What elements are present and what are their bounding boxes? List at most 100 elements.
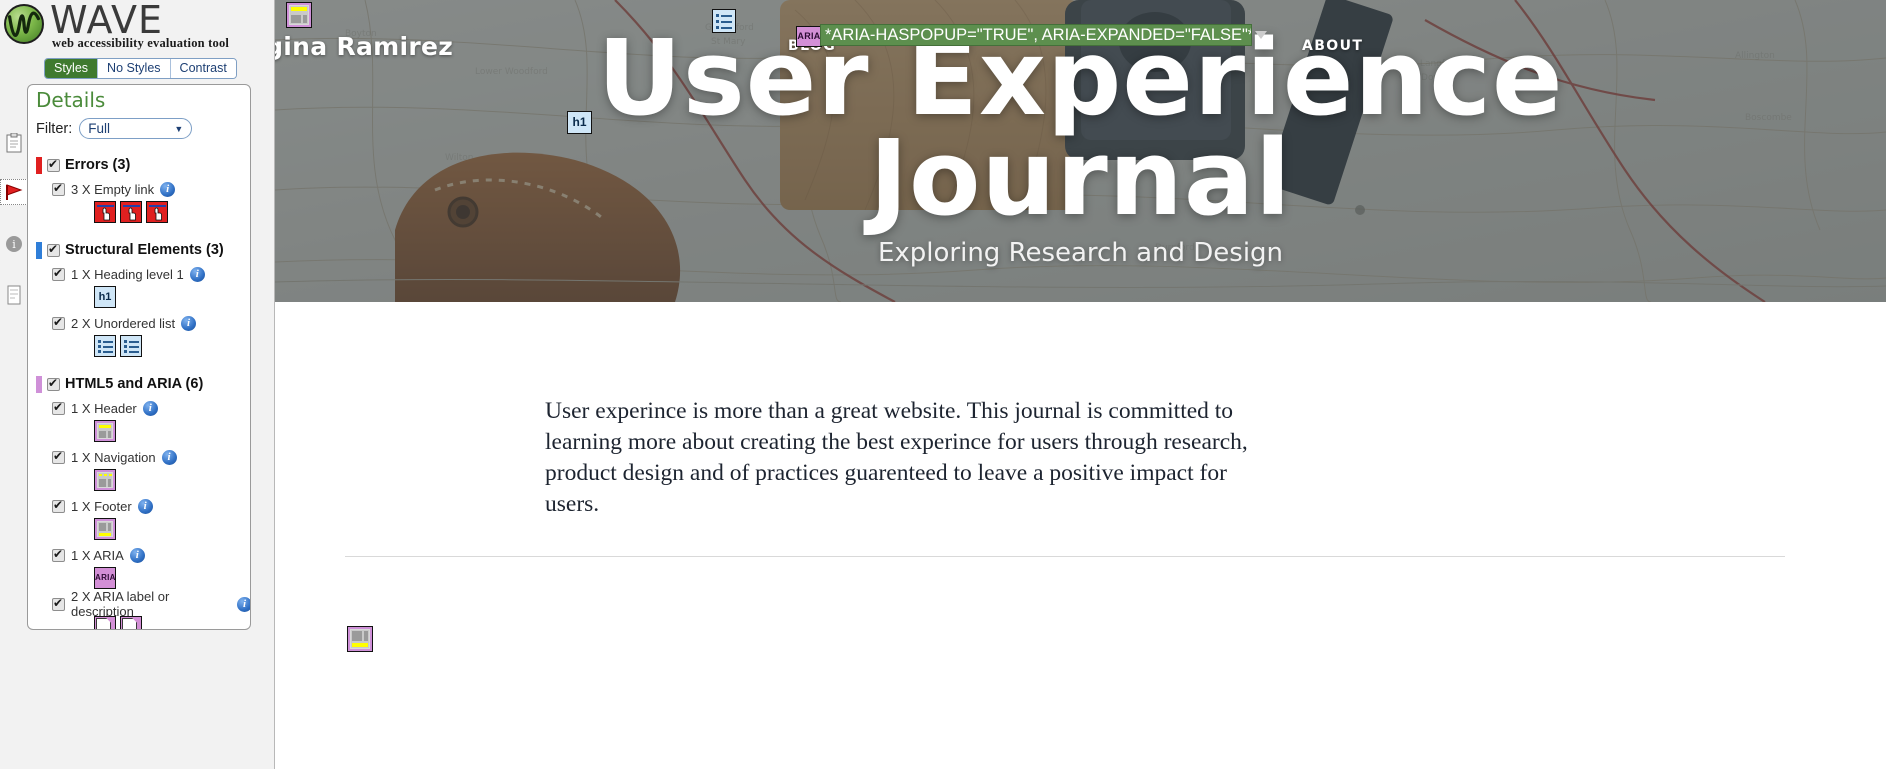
issue-group-errors: Errors (3) 3 X Empty link i: [28, 156, 250, 223]
issue-item-footer: 1 X Footer i: [28, 498, 250, 540]
info-icon-footer[interactable]: i: [137, 498, 153, 514]
rail-item-summary[interactable]: [3, 130, 25, 156]
issue-group-structural-elements: Structural Elements (3) 1 X Heading leve…: [28, 241, 250, 357]
footer-region-icon[interactable]: [347, 626, 373, 652]
svg-text:i: i: [12, 238, 16, 251]
pointing-hand-glyph: [102, 207, 110, 221]
group-color-bar: [36, 156, 42, 174]
item-checkbox-unordered-list[interactable]: [52, 315, 65, 330]
item-marker-icons: [52, 201, 250, 223]
wave-tagline: web accessibility evaluation tool: [52, 36, 230, 50]
item-label-footer: 1 X Footer: [71, 498, 132, 514]
item-checkbox-navigation[interactable]: [52, 449, 65, 464]
issue-list: Errors (3) 3 X Empty link i: [28, 147, 250, 629]
empty-link-error-icon[interactable]: [94, 201, 116, 223]
aria-label-caret-icon[interactable]: [1255, 31, 1267, 39]
group-checkbox-structural[interactable]: [47, 242, 60, 257]
issue-group-header[interactable]: HTML5 and ARIA (6): [28, 375, 250, 393]
unordered-list-icon[interactable]: [712, 9, 736, 33]
pointing-hand-glyph: [128, 207, 136, 221]
aria-label-tag-icon[interactable]: [94, 616, 116, 629]
issue-group-header[interactable]: Structural Elements (3): [28, 241, 250, 259]
issue-item-heading-level-1: 1 X Heading level 1 i h1: [28, 266, 250, 308]
info-icon-aria-label[interactable]: i: [237, 596, 250, 612]
wave-branding: WAVE web accessibility evaluation tool: [0, 0, 274, 56]
info-icon-header[interactable]: i: [142, 400, 158, 416]
flag-icon: [6, 184, 23, 200]
issue-group-header[interactable]: Errors (3): [28, 156, 250, 174]
heading-level-1-icon[interactable]: h1: [567, 111, 592, 134]
item-marker-icons: [52, 469, 250, 491]
hero-subtitle: Exploring Research and Design: [877, 238, 1284, 268]
empty-link-error-icon[interactable]: [120, 201, 142, 223]
heading-level-1-icon[interactable]: h1: [94, 286, 116, 308]
issue-item-navigation: 1 X Navigation i: [28, 449, 250, 491]
info-icon-aria[interactable]: i: [129, 547, 145, 563]
item-checkbox-footer[interactable]: [52, 498, 65, 513]
info-circle-icon: i: [6, 236, 22, 252]
group-color-bar: [36, 241, 42, 259]
item-label-header: 1 X Header: [71, 400, 137, 416]
item-checkbox-empty-link[interactable]: [52, 181, 65, 196]
mode-button-no-styles[interactable]: No Styles: [98, 59, 171, 78]
info-icon-navigation[interactable]: i: [161, 449, 177, 465]
aria-badge-icon[interactable]: ARIA: [94, 567, 116, 589]
info-icon-unordered-list[interactable]: i: [181, 315, 197, 331]
header-region-icon[interactable]: [286, 2, 312, 28]
issue-item-header: 1 X Header i: [28, 400, 250, 442]
page-outline-icon: [7, 285, 21, 305]
mode-button-contrast[interactable]: Contrast: [170, 59, 236, 78]
intro-paragraph: User experince is more than a great webs…: [545, 397, 1248, 517]
unordered-list-icon[interactable]: [120, 335, 142, 357]
unordered-list-icon[interactable]: [94, 335, 116, 357]
navigation-region-icon[interactable]: [94, 469, 116, 491]
filter-label: Filter:: [36, 120, 73, 137]
item-label-empty-link: 3 X Empty link: [71, 181, 155, 197]
issue-item-aria: 1 X ARIA i ARIA: [28, 547, 250, 589]
item-label-heading-level-1: 1 X Heading level 1: [71, 266, 184, 282]
wave-sidebar: WAVE web accessibility evaluation tool S…: [0, 0, 275, 769]
wave-tab-rail: i: [0, 84, 28, 644]
clipboard-icon: [6, 133, 22, 153]
filter-select-value: Full: [88, 121, 111, 136]
empty-link-error-icon[interactable]: [146, 201, 168, 223]
info-icon-heading-level-1[interactable]: i: [189, 266, 205, 282]
item-marker-icons: [52, 420, 250, 442]
rail-item-structure[interactable]: [3, 282, 25, 308]
info-icon-empty-link[interactable]: i: [160, 181, 176, 197]
details-panel: Details Filter: Full ▼ Errors (3) 3 X: [27, 84, 251, 630]
pointing-hand-glyph: [154, 207, 162, 221]
item-label-aria: 1 X ARIA: [71, 547, 124, 563]
item-marker-icons: [52, 335, 250, 357]
item-checkbox-header[interactable]: [52, 400, 65, 415]
footer-region-icon[interactable]: [94, 518, 116, 540]
aria-label-tag-icon[interactable]: [120, 616, 142, 629]
group-title-html5-aria: HTML5 and ARIA (6): [65, 376, 204, 392]
item-label-aria-label: 2 X ARIA label or description: [71, 589, 170, 619]
issue-item-unordered-list: 2 X Unordered list i: [28, 315, 250, 357]
group-checkbox-html5-aria[interactable]: [47, 376, 60, 391]
group-title-errors: Errors (3): [65, 157, 131, 173]
item-checkbox-aria[interactable]: [52, 547, 65, 562]
hero-title: User Experience Journal: [275, 26, 1886, 239]
aria-attribute-label: *ARIA-HASPOPUP="TRUE", ARIA-EXPANDED="FA…: [820, 24, 1252, 46]
group-checkbox-errors[interactable]: [47, 157, 60, 172]
header-region-icon[interactable]: [94, 420, 116, 442]
mode-button-styles[interactable]: Styles: [45, 59, 99, 78]
item-marker-icons: h1: [52, 286, 250, 308]
hero-title-line-2: Journal: [869, 117, 1292, 239]
aria-badge-icon[interactable]: ARIA: [796, 26, 822, 47]
item-checkbox-aria-label[interactable]: [52, 596, 65, 611]
wave-wordmark: WAVE: [50, 0, 164, 42]
wave-mode-toggle-group[interactable]: Styles No Styles Contrast: [44, 58, 237, 79]
hero-banner: BoytonLower Woodford Gt CadfordSt Mary W…: [275, 0, 1886, 302]
item-checkbox-heading-level-1[interactable]: [52, 266, 65, 281]
rail-item-reference[interactable]: i: [3, 231, 25, 257]
filter-select[interactable]: Full ▼: [79, 118, 193, 139]
chevron-down-icon: ▼: [174, 123, 184, 134]
item-label-unordered-list: 2 X Unordered list: [71, 315, 176, 331]
rail-item-details[interactable]: [0, 179, 28, 205]
item-marker-icons: [52, 518, 250, 540]
group-color-bar: [36, 375, 42, 393]
wave-w-glyph: [7, 11, 41, 37]
